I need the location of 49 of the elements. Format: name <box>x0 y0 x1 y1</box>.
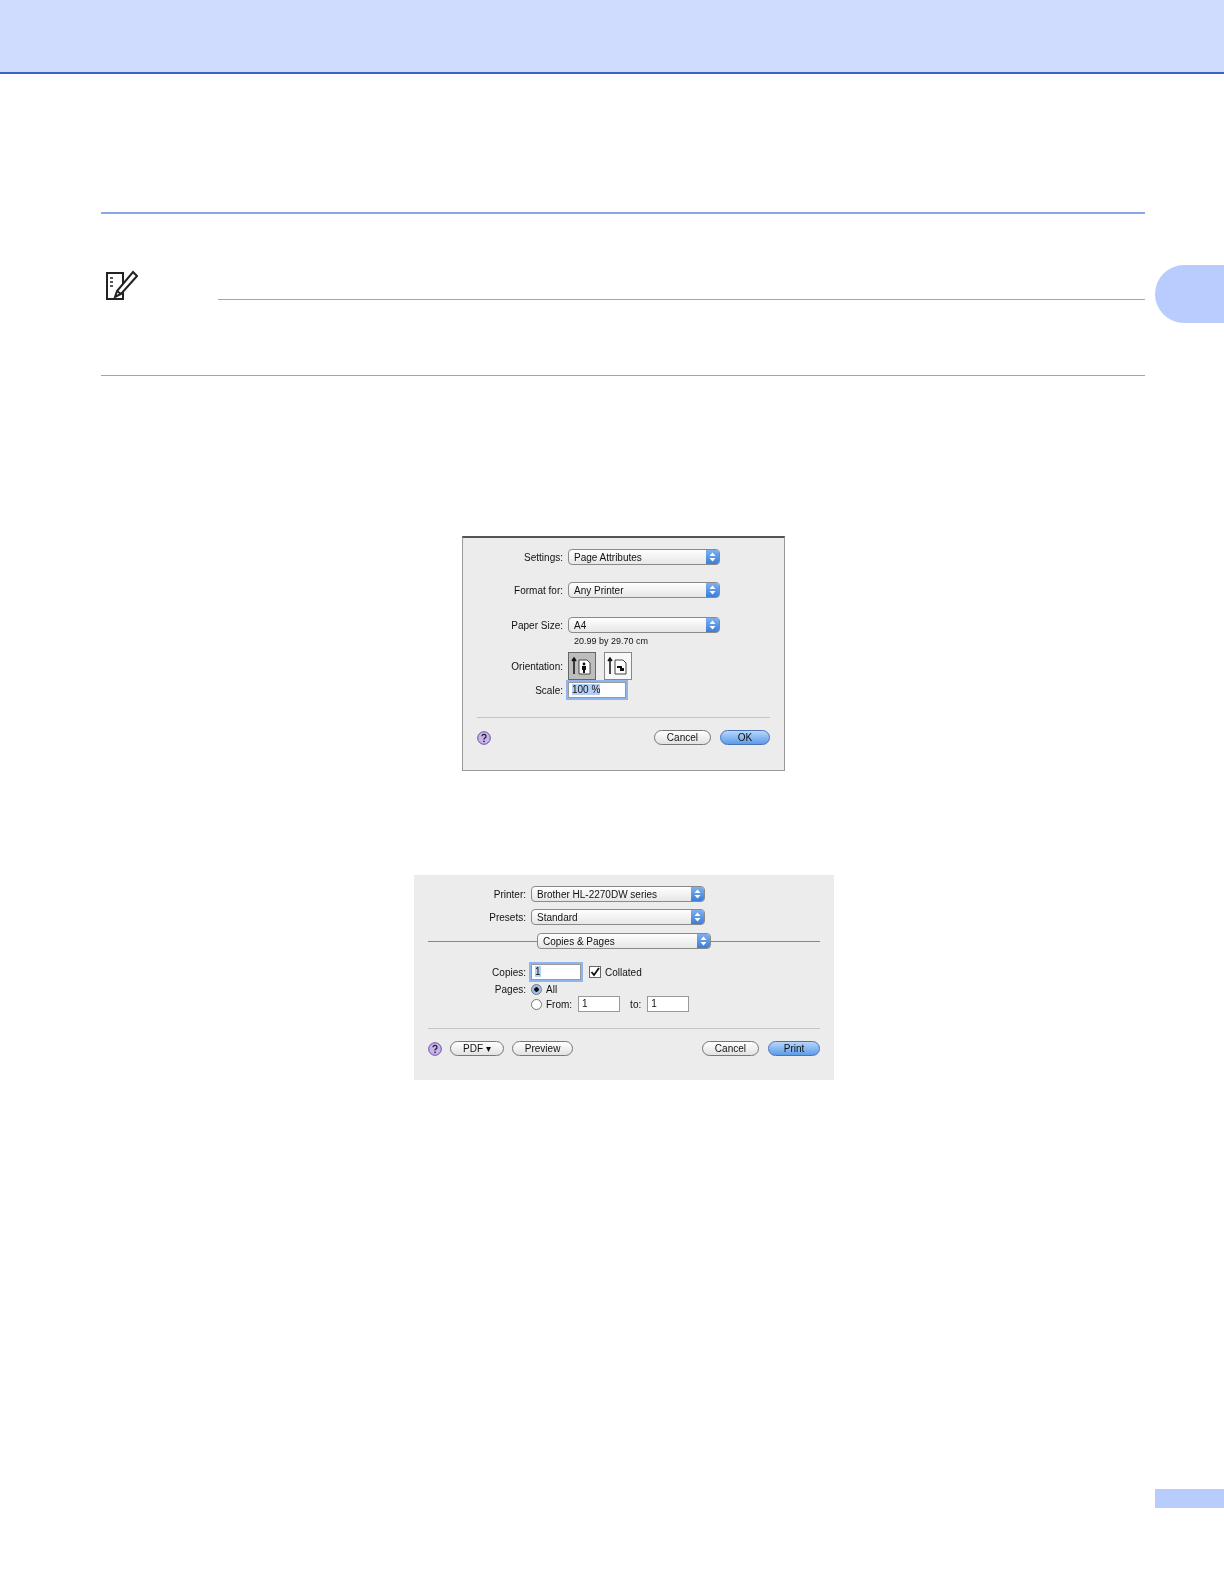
popup-menu[interactable]: Copies & Pages <box>537 933 711 949</box>
radio-button[interactable] <box>531 998 542 1010</box>
popup-menu[interactable]: A4 <box>568 617 720 633</box>
help-icon <box>477 730 491 745</box>
radio-label: From: <box>546 998 573 1010</box>
note-pencil-icon <box>104 270 138 302</box>
field-label: Printer: <box>492 888 526 900</box>
field-label: to: <box>630 998 642 1010</box>
stepper-arrows-icon <box>694 889 701 899</box>
checkbox[interactable] <box>589 966 601 978</box>
field-label: Orientation: <box>510 660 563 672</box>
field-label: Presets: <box>488 911 526 923</box>
portrait-page-icon <box>571 655 593 677</box>
button[interactable]: Cancel <box>701 1041 759 1056</box>
input-field[interactable]: 1 <box>531 964 581 980</box>
button[interactable]: Cancel <box>653 730 711 745</box>
radio-label: All <box>546 984 558 995</box>
stepper-arrows-icon <box>694 912 701 922</box>
stepper-arrows-icon <box>709 552 716 562</box>
input-field[interactable]: 1 <box>578 996 621 1012</box>
landscape-orientation-button[interactable] <box>604 652 632 680</box>
popup-menu[interactable]: Standard <box>531 909 705 925</box>
checkmark-icon <box>590 967 600 977</box>
stepper-arrows-icon <box>709 620 716 630</box>
stepper-arrows-icon <box>700 936 707 946</box>
field-label: Settings: <box>523 551 563 563</box>
field-label: Copies: <box>491 966 526 978</box>
default-button[interactable]: OK <box>720 730 770 745</box>
stepper-arrows-icon <box>709 585 716 595</box>
popup-menu[interactable]: Any Printer <box>568 582 720 598</box>
help-button[interactable] <box>477 730 491 745</box>
help-button[interactable] <box>428 1041 442 1056</box>
paper-dimensions: 20.99 by 29.70 cm <box>573 636 650 646</box>
popup-menu[interactable]: Brother HL-2270DW series <box>531 886 705 902</box>
default-button[interactable]: Print <box>768 1041 820 1056</box>
portrait-orientation-button[interactable] <box>568 652 596 680</box>
field-label: Scale: <box>534 684 563 696</box>
field-label: Format for: <box>513 584 563 596</box>
input-field[interactable]: 100 % <box>568 682 626 698</box>
checkbox-label: Collated <box>605 966 642 978</box>
help-icon <box>428 1041 442 1056</box>
radio-button[interactable] <box>531 984 542 995</box>
field-label: Paper Size: <box>510 619 563 631</box>
field-label: Pages: <box>493 984 526 995</box>
popup-menu[interactable]: Page Attributes <box>568 549 720 565</box>
landscape-page-icon <box>607 655 629 677</box>
button[interactable]: PDF ▾ <box>450 1041 504 1056</box>
input-field[interactable]: 1 <box>647 996 690 1012</box>
button[interactable]: Preview <box>511 1041 574 1056</box>
